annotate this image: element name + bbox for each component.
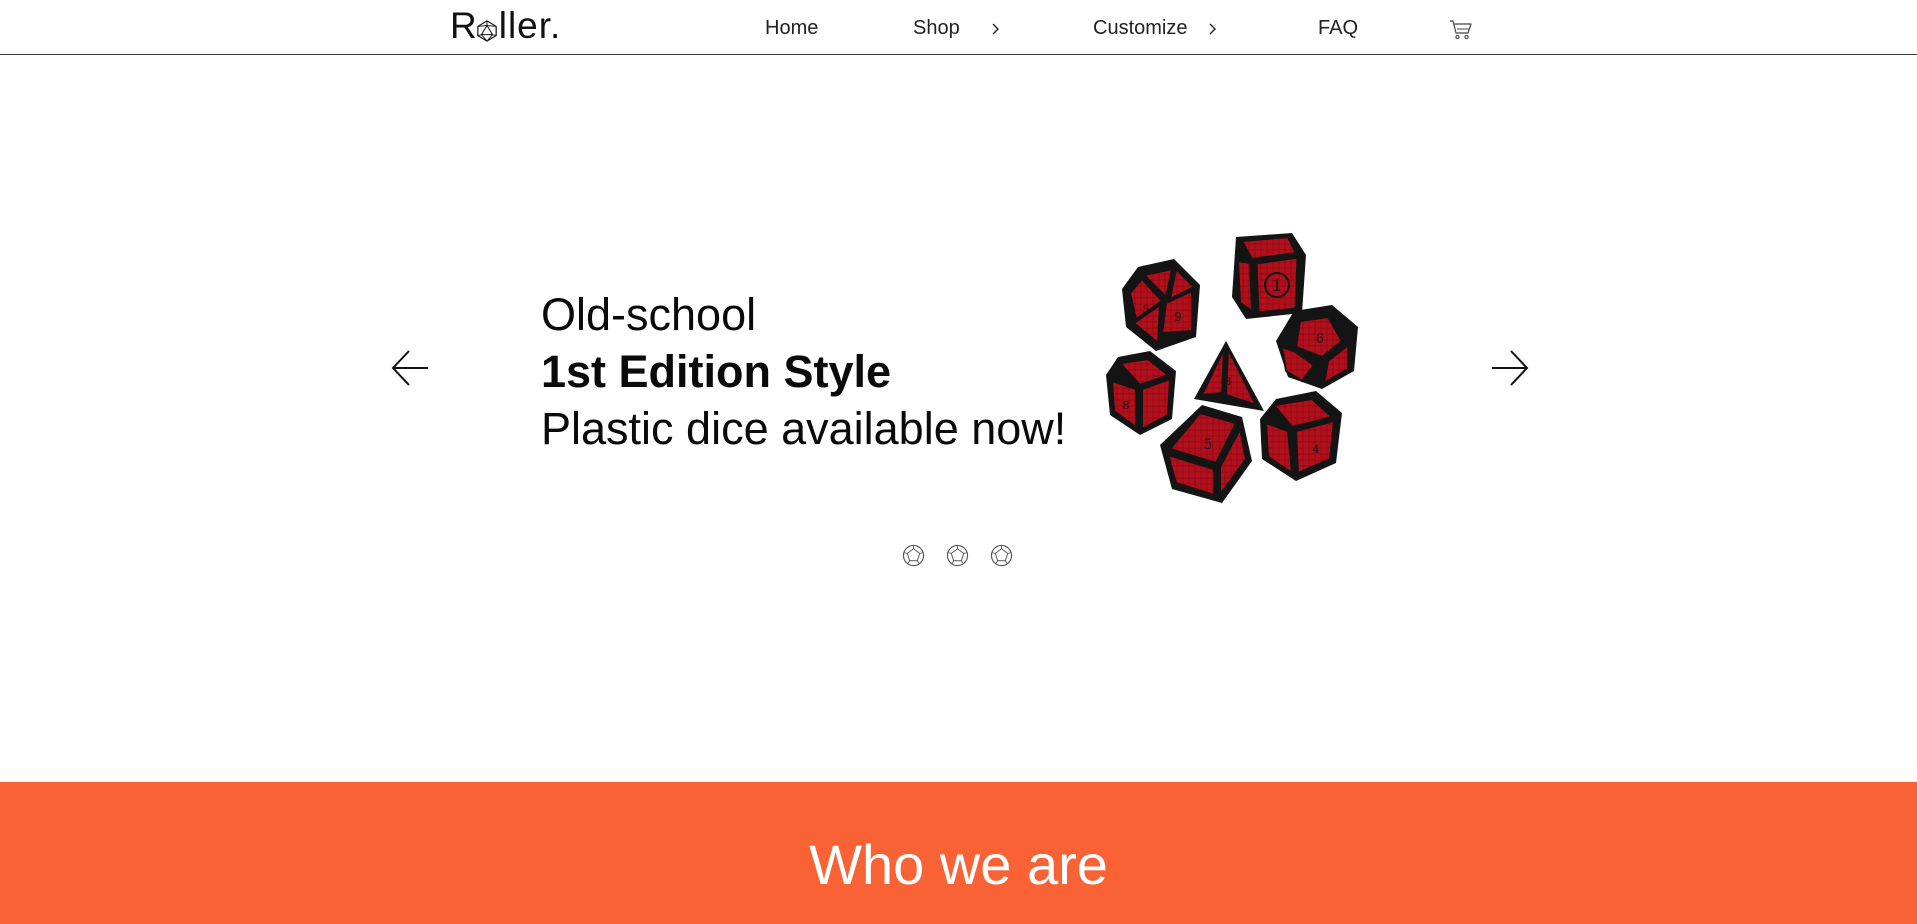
who-we-are-section: Who we are	[0, 782, 1917, 924]
dice-set-image: 1 9 5 6 8 3 5 4	[1096, 223, 1380, 513]
svg-text:9: 9	[1174, 310, 1182, 324]
hero-slider: Old-school 1st Edition Style Plastic dic…	[0, 56, 1917, 782]
slide-dot-1-icon[interactable]	[902, 544, 925, 567]
logo-letter-r: R	[450, 5, 478, 46]
svg-text:3: 3	[1225, 375, 1232, 388]
hero-line-2: 1st Edition Style	[541, 346, 892, 397]
svg-text:1: 1	[1272, 276, 1282, 295]
section-title: Who we are	[809, 833, 1108, 896]
chevron-right-icon	[992, 23, 999, 34]
logo-wordmark: ller.	[498, 5, 562, 46]
hero-line-1: Old-school	[541, 289, 757, 340]
svg-text:5: 5	[1204, 437, 1213, 453]
site-header: R ller. Home Shop Customize FAQ	[0, 0, 1917, 55]
hero-line-3: Plastic dice available now!	[541, 403, 1067, 454]
d20-die-icon	[476, 20, 497, 42]
arrow-right-icon[interactable]	[1490, 348, 1530, 388]
slider-pagination	[902, 544, 1022, 568]
site-logo[interactable]: R ller.	[450, 5, 562, 46]
nav-shop-label: Shop	[913, 17, 960, 39]
slide-dot-3-icon[interactable]	[990, 544, 1013, 567]
arrow-left-icon[interactable]	[390, 348, 430, 388]
svg-text:8: 8	[1123, 399, 1130, 412]
d6-die: 1	[1232, 233, 1306, 319]
nav-faq-label: FAQ	[1318, 17, 1359, 39]
svg-text:4: 4	[1313, 443, 1320, 456]
nav-customize-label: Customize	[1093, 17, 1188, 39]
nav-shop[interactable]: Shop	[913, 17, 1002, 40]
chevron-right-icon	[1209, 23, 1217, 34]
hero-headline: Old-school 1st Edition Style Plastic dic…	[541, 286, 1101, 457]
nav-home-label: Home	[765, 17, 819, 39]
nav-customize[interactable]: Customize	[1093, 17, 1219, 40]
nav-faq[interactable]: FAQ	[1318, 17, 1358, 40]
shopping-cart-icon[interactable]	[1449, 19, 1473, 41]
slide-dot-2-icon[interactable]	[946, 544, 969, 567]
nav-home[interactable]: Home	[765, 17, 818, 40]
svg-text:6: 6	[1316, 332, 1324, 347]
svg-text:5: 5	[1143, 303, 1150, 316]
